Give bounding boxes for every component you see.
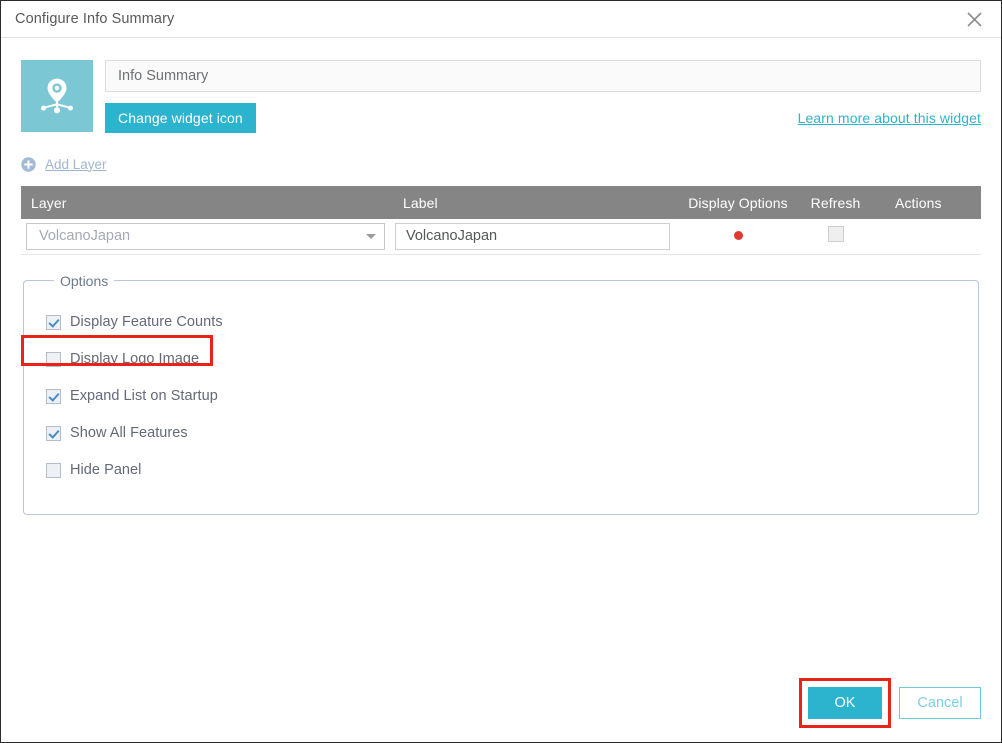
widget-fields: Change widget icon Learn more about this… [105, 60, 981, 133]
configure-widget-dialog: Configure Info Summary Info Summary Chan… [0, 0, 1002, 743]
widget-name-input[interactable] [105, 60, 981, 92]
cell-refresh [798, 219, 873, 255]
highlight-ok-button: OK [799, 678, 891, 728]
dialog-title: Configure Info Summary [15, 11, 175, 27]
layer-select-dropdown[interactable]: VolcanoJapan [26, 222, 385, 250]
checkbox-display-logo-image[interactable] [46, 351, 61, 367]
display-options-color-swatch[interactable] [733, 231, 743, 241]
layers-table-body: VolcanoJapan [21, 219, 981, 255]
learn-more-link[interactable]: Learn more about this widget [798, 110, 981, 126]
option-expand-list-on-startup[interactable]: Expand List on Startup [42, 378, 222, 415]
options-legend: Options [60, 272, 109, 289]
plus-circle-icon[interactable] [21, 156, 36, 172]
dialog-body: Change widget icon Learn more about this… [1, 38, 1001, 742]
layers-table-head: Layer Label Display Options Refresh Acti… [21, 186, 981, 219]
add-layer-link[interactable]: Add Layer [45, 157, 107, 172]
option-label: Show All Features [70, 425, 188, 441]
cell-display-options [678, 219, 798, 255]
change-widget-icon-button[interactable]: Change widget icon [105, 103, 256, 133]
options-fieldset: Options Display Feature Counts Display L… [23, 272, 979, 515]
info-summary-widget-icon [21, 60, 93, 132]
checkbox-hide-panel[interactable] [46, 462, 61, 478]
refresh-checkbox[interactable] [827, 225, 844, 242]
cell-actions [873, 219, 981, 255]
widget-actions-row: Change widget icon Learn more about this… [105, 103, 981, 133]
cancel-button[interactable]: Cancel [899, 687, 981, 719]
layer-select-value: VolcanoJapan [39, 228, 131, 245]
column-header-layer: Layer [21, 186, 393, 219]
option-hide-panel[interactable]: Hide Panel [42, 452, 145, 489]
layer-label-input[interactable] [395, 222, 670, 250]
close-icon[interactable] [961, 6, 987, 32]
dialog-footer: OK Cancel [799, 678, 981, 728]
option-label: Expand List on Startup [70, 388, 218, 404]
column-header-label: Label [393, 186, 678, 219]
option-display-feature-counts[interactable]: Display Feature Counts [42, 304, 227, 341]
checkbox-show-all-features[interactable] [46, 425, 61, 441]
option-show-all-features[interactable]: Show All Features [42, 415, 192, 452]
ok-button[interactable]: OK [808, 687, 882, 719]
column-header-refresh: Refresh [798, 186, 873, 219]
column-header-actions: Actions [873, 186, 981, 219]
checkbox-expand-list-on-startup[interactable] [46, 388, 61, 404]
layers-table: Layer Label Display Options Refresh Acti… [21, 186, 981, 255]
option-label: Hide Panel [70, 462, 142, 478]
chevron-down-icon [366, 233, 376, 239]
option-display-logo-image[interactable]: Display Logo Image [42, 341, 203, 378]
table-header-row: Layer Label Display Options Refresh Acti… [21, 186, 981, 219]
widget-header-section: Change widget icon Learn more about this… [21, 38, 981, 133]
column-header-display-options: Display Options [678, 186, 798, 219]
cell-label [393, 219, 678, 255]
checkbox-display-feature-counts[interactable] [46, 314, 61, 330]
cell-layer: VolcanoJapan [21, 219, 393, 255]
dialog-titlebar: Configure Info Summary [1, 1, 1001, 38]
option-label: Display Feature Counts [70, 314, 223, 330]
add-layer-row[interactable]: Add Layer [21, 154, 981, 174]
table-row: VolcanoJapan [21, 219, 981, 255]
option-label: Display Logo Image [70, 351, 200, 367]
